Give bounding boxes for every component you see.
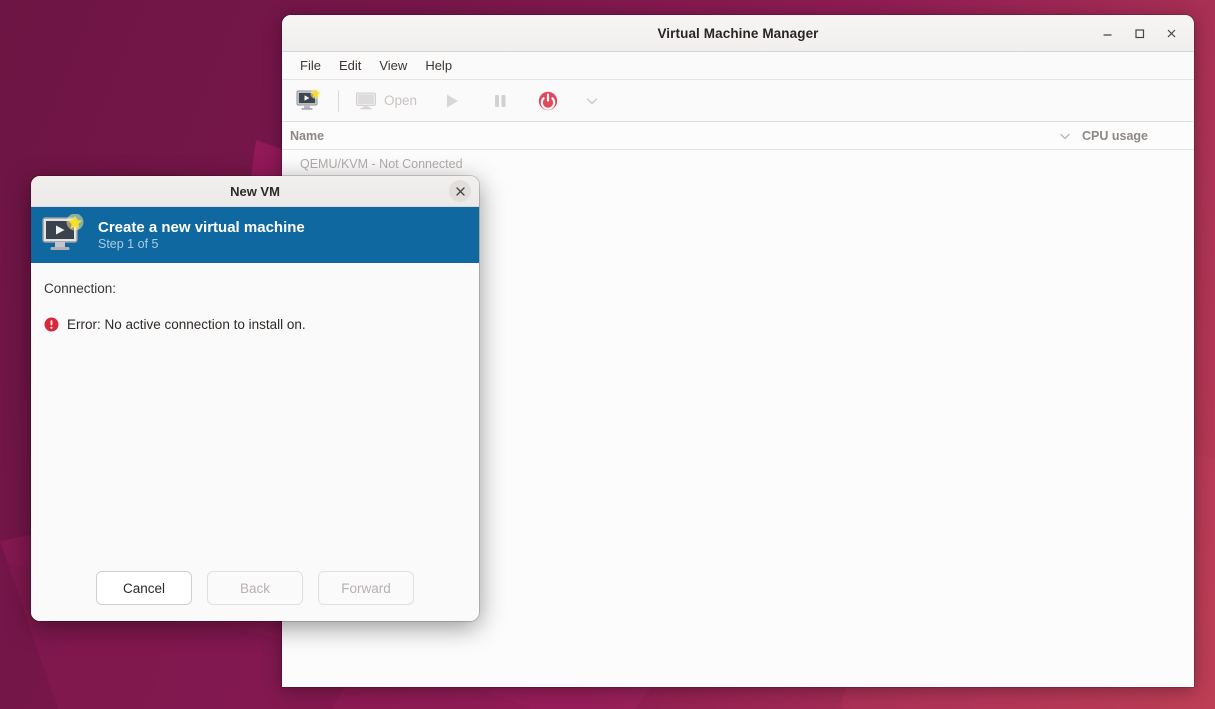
maximize-button[interactable]	[1124, 19, 1154, 49]
column-sort-indicator[interactable]	[1058, 129, 1082, 143]
chevron-down-icon	[584, 93, 600, 109]
connection-label: Connection:	[44, 281, 466, 296]
toolbar-separator	[338, 90, 339, 112]
power-icon	[537, 90, 559, 112]
list-item-label: QEMU/KVM - Not Connected	[300, 157, 463, 171]
column-header-name[interactable]: Name	[282, 129, 1058, 143]
dialog-titlebar[interactable]: New VM	[31, 176, 479, 207]
list-item[interactable]: QEMU/KVM - Not Connected	[282, 152, 1194, 176]
play-icon	[442, 91, 462, 111]
new-vm-button[interactable]	[290, 84, 328, 118]
chevron-down-icon	[1058, 129, 1072, 143]
wizard-banner-text: Create a new virtual machine Step 1 of 5	[98, 219, 305, 251]
wizard-step-indicator: Step 1 of 5	[98, 237, 305, 251]
error-icon	[44, 317, 59, 332]
new-vm-icon	[41, 214, 87, 256]
window-controls	[1092, 15, 1186, 52]
close-icon	[1165, 27, 1178, 40]
new-vm-icon	[296, 89, 322, 113]
error-message-text: Error: No active connection to install o…	[67, 317, 306, 332]
back-button[interactable]: Back	[207, 571, 303, 605]
monitor-icon	[355, 91, 377, 111]
forward-button[interactable]: Forward	[318, 571, 414, 605]
shutdown-menu-button[interactable]	[575, 84, 609, 118]
menu-item-edit[interactable]: Edit	[330, 55, 370, 76]
error-message-row: Error: No active connection to install o…	[44, 317, 466, 332]
dialog-title: New VM	[230, 184, 280, 199]
shutdown-button[interactable]	[531, 84, 565, 118]
desktop: Virtual Machine Manager	[0, 0, 1215, 709]
run-button[interactable]	[435, 84, 469, 118]
menubar: File Edit View Help	[282, 52, 1194, 80]
open-button-label: Open	[384, 93, 417, 108]
page-title: Virtual Machine Manager	[657, 26, 818, 41]
menu-item-file[interactable]: File	[291, 55, 330, 76]
menu-item-help[interactable]: Help	[416, 55, 461, 76]
maximize-icon	[1133, 27, 1146, 40]
minimize-button[interactable]	[1092, 19, 1122, 49]
menu-item-view[interactable]: View	[370, 55, 416, 76]
dialog-body: Connection: Error: No active connection …	[31, 263, 479, 555]
close-icon	[455, 186, 466, 197]
close-button[interactable]	[1156, 19, 1186, 49]
new-vm-dialog: New VM Create a new virtual machine	[31, 176, 479, 621]
column-header-cpu-usage[interactable]: CPU usage	[1082, 129, 1194, 143]
wizard-banner: Create a new virtual machine Step 1 of 5	[31, 207, 479, 263]
cancel-button[interactable]: Cancel	[96, 571, 192, 605]
window-titlebar[interactable]: Virtual Machine Manager	[282, 15, 1194, 52]
dialog-footer: Cancel Back Forward	[31, 555, 479, 621]
list-column-headers: Name CPU usage	[282, 122, 1194, 150]
dialog-close-button[interactable]	[449, 180, 471, 202]
toolbar: Open	[282, 80, 1194, 122]
pause-button[interactable]	[483, 84, 517, 118]
open-button[interactable]: Open	[349, 84, 423, 118]
pause-icon	[490, 91, 510, 111]
wizard-heading: Create a new virtual machine	[98, 219, 305, 236]
minimize-icon	[1101, 27, 1114, 40]
